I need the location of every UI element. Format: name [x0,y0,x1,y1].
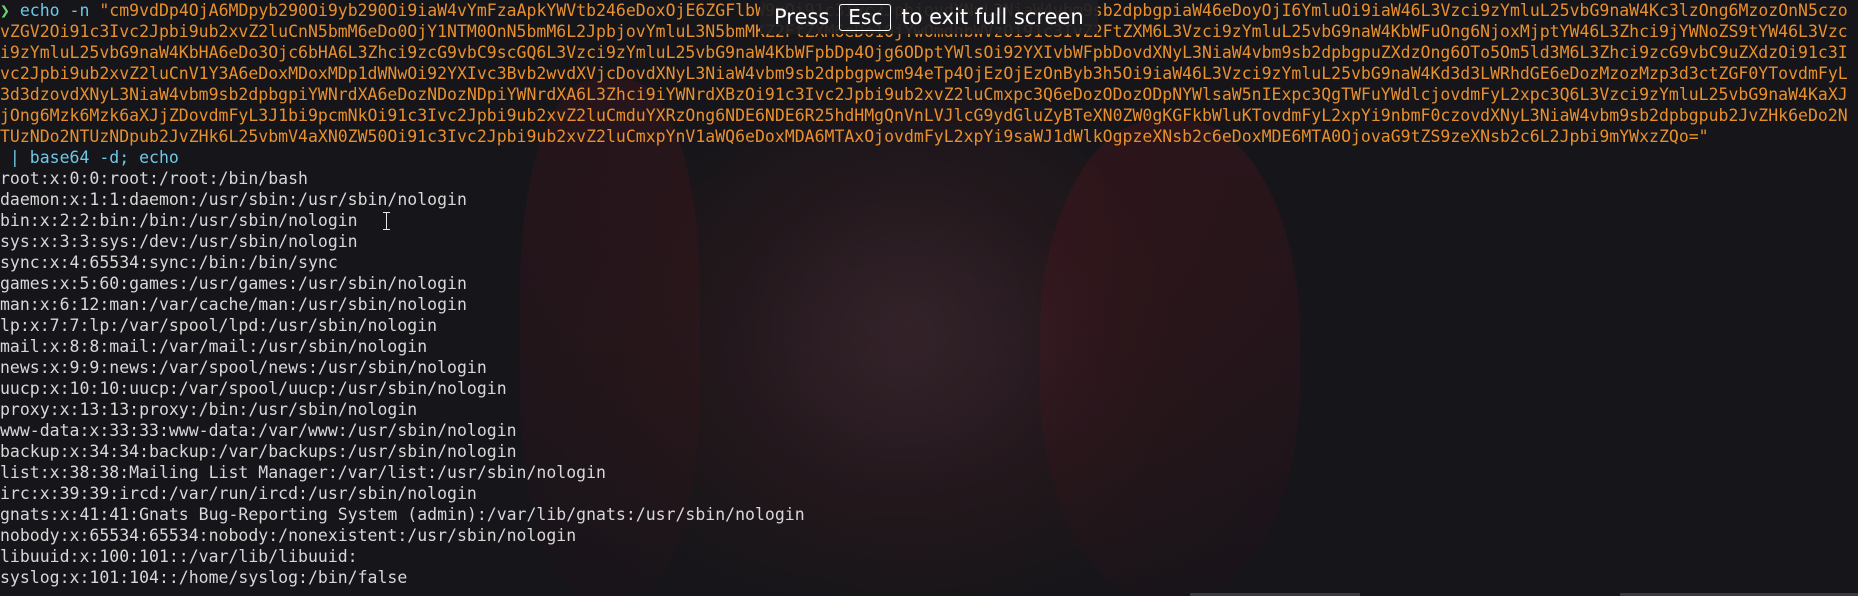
fullscreen-suffix-text: to exit full screen [901,4,1084,29]
output-line: lp:x:7:7:lp:/var/spool/lpd:/usr/sbin/nol… [0,316,438,335]
output-line: mail:x:8:8:mail:/var/mail:/usr/sbin/nolo… [0,337,428,356]
command-name: echo [19,1,60,20]
output-line: man:x:6:12:man:/var/cache/man:/usr/sbin/… [0,295,467,314]
command-flag: -n [59,1,100,20]
terminal-content[interactable]: ❯ echo -n "cm9vdDp4OjA6MDpyb290Oi9yb290O… [0,0,1858,588]
command-pipe: | base64 -d; echo [0,148,179,167]
output-line: bin:x:2:2:bin:/bin:/usr/sbin/nologin [0,211,358,230]
output-line: daemon:x:1:1:daemon:/usr/sbin:/usr/sbin/… [0,190,467,209]
output-line: games:x:5:60:games:/usr/games:/usr/sbin/… [0,274,467,293]
fullscreen-notice: Press Esc to exit full screen [760,0,1098,34]
output-line: www-data:x:33:33:www-data:/var/www:/usr/… [0,421,517,440]
output-line: gnats:x:41:41:Gnats Bug-Reporting System… [0,505,805,524]
output-line: sys:x:3:3:sys:/dev:/usr/sbin/nologin [0,232,358,251]
output-line: proxy:x:13:13:proxy:/bin:/usr/sbin/nolog… [0,400,418,419]
text-cursor-icon [383,212,390,230]
output-line: nobody:x:65534:65534:nobody:/nonexistent… [0,526,577,545]
command-output: root:x:0:0:root:/root:/bin/bash daemon:x:… [0,168,1858,588]
fullscreen-press-text: Press [774,4,830,29]
output-line: uucp:x:10:10:uucp:/var/spool/uucp:/usr/s… [0,379,507,398]
prompt-icon: ❯ [0,1,10,20]
output-line: backup:x:34:34:backup:/var/backups:/usr/… [0,442,517,461]
output-line: irc:x:39:39:ircd:/var/run/ircd:/usr/sbin… [0,484,477,503]
output-line: libuuid:x:100:101::/var/lib/libuuid: [0,547,358,566]
terminal-window[interactable]: ❯ echo -n "cm9vdDp4OjA6MDpyb290Oi9yb290O… [0,0,1858,596]
esc-key-badge: Esc [839,3,892,31]
output-line: sync:x:4:65534:sync:/bin:/bin/sync [0,253,338,272]
output-line: syslog:x:101:104::/home/syslog:/bin/fals… [0,568,408,587]
output-line: root:x:0:0:root:/root:/bin/bash [0,169,308,188]
output-line: news:x:9:9:news:/var/spool/news:/usr/sbi… [0,358,487,377]
output-line: list:x:38:38:Mailing List Manager:/var/l… [0,463,606,482]
